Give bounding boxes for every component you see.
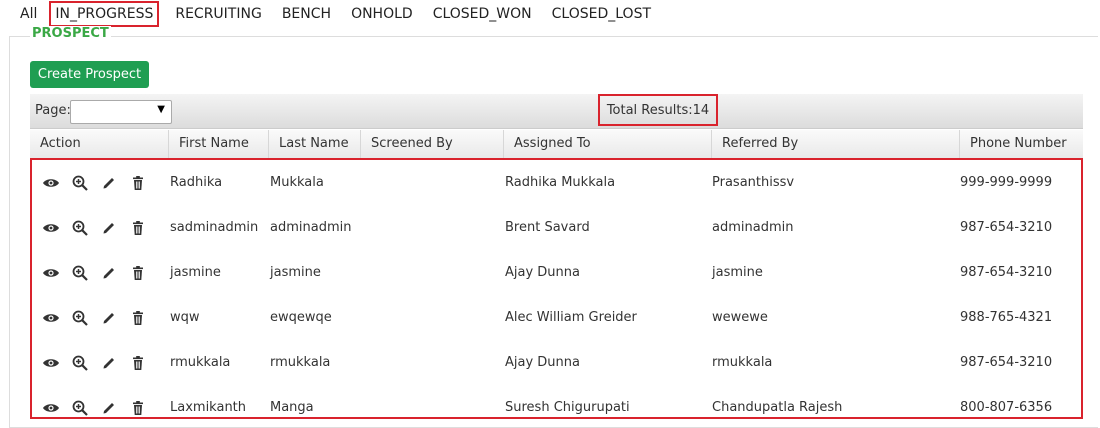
pager-bar: Page: ▼ Total Results:14 <box>30 94 1083 129</box>
cell-last-name: Mukkala <box>270 175 324 190</box>
cell-referred-by: jasmine <box>712 265 763 280</box>
column-header-screened-by[interactable]: Screened By <box>360 130 503 158</box>
row-actions <box>42 309 158 327</box>
zoom-in-icon[interactable] <box>71 264 89 282</box>
cell-phone-number: 999-999-9999 <box>960 175 1053 190</box>
cell-referred-by: Chandupatla Rajesh <box>712 400 843 415</box>
column-header-assigned-to[interactable]: Assigned To <box>503 130 711 158</box>
cell-referred-by: wewewe <box>712 310 768 325</box>
pencil-icon[interactable] <box>100 219 118 237</box>
cell-assigned-to: Brent Savard <box>505 220 590 235</box>
status-tabs: All IN_PROGRESS RECRUITING BENCH ONHOLD … <box>0 0 661 28</box>
eye-icon[interactable] <box>42 219 60 237</box>
tab-recruiting[interactable]: RECRUITING <box>165 3 271 25</box>
tab-bench[interactable]: BENCH <box>272 3 341 25</box>
eye-icon[interactable] <box>42 264 60 282</box>
page-select[interactable]: ▼ <box>70 100 172 124</box>
cell-last-name: ewqewqe <box>270 310 332 325</box>
page-label: Page: <box>35 103 71 118</box>
zoom-in-icon[interactable] <box>71 354 89 372</box>
trash-icon[interactable] <box>129 219 147 237</box>
trash-icon[interactable] <box>129 264 147 282</box>
zoom-in-icon[interactable] <box>71 309 89 327</box>
trash-icon[interactable] <box>129 354 147 372</box>
eye-icon[interactable] <box>42 399 60 417</box>
column-header-phone-number[interactable]: Phone Number <box>959 130 1083 158</box>
pencil-icon[interactable] <box>100 309 118 327</box>
cell-phone-number: 987-654-3210 <box>960 355 1053 370</box>
cell-last-name: Manga <box>270 400 314 415</box>
cell-last-name: adminadmin <box>270 220 352 235</box>
row-actions <box>42 354 158 372</box>
tab-closed-lost[interactable]: CLOSED_LOST <box>542 3 661 25</box>
table-row: wqw ewqewqe Alec William Greider wewewe 988-… <box>32 295 1081 340</box>
table-row: sadminadmin adminadmin Brent Savard adminad… <box>32 205 1081 250</box>
eye-icon[interactable] <box>42 174 60 192</box>
trash-icon[interactable] <box>129 399 147 417</box>
tab-closed-won[interactable]: CLOSED_WON <box>423 3 542 25</box>
pencil-icon[interactable] <box>100 174 118 192</box>
trash-icon[interactable] <box>129 174 147 192</box>
pencil-icon[interactable] <box>100 354 118 372</box>
cell-assigned-to: Alec William Greider <box>505 310 637 325</box>
cell-last-name: rmukkala <box>270 355 331 370</box>
row-actions <box>42 264 158 282</box>
cell-first-name: sadminadmin <box>170 220 259 235</box>
cell-assigned-to: Radhika Mukkala <box>505 175 616 190</box>
cell-referred-by: adminadmin <box>712 220 794 235</box>
cell-phone-number: 987-654-3210 <box>960 265 1053 280</box>
cell-referred-by: rmukkala <box>712 355 773 370</box>
column-header-referred-by[interactable]: Referred By <box>711 130 959 158</box>
cell-phone-number: 800-807-6356 <box>960 400 1053 415</box>
total-results: Total Results:14 <box>598 94 718 126</box>
trash-icon[interactable] <box>129 309 147 327</box>
table-row: rmukkala rmukkala Ajay Dunna rmukkala 987-65… <box>32 340 1081 385</box>
chevron-down-icon: ▼ <box>157 104 165 115</box>
cell-phone-number: 988-765-4321 <box>960 310 1053 325</box>
eye-icon[interactable] <box>42 354 60 372</box>
create-prospect-button[interactable]: Create Prospect <box>30 61 149 88</box>
cell-assigned-to: Suresh Chigurupati <box>505 400 630 415</box>
cell-first-name: Laxmikanth <box>170 400 247 415</box>
cell-phone-number: 987-654-3210 <box>960 220 1053 235</box>
column-header-action: Action <box>40 136 81 151</box>
row-actions <box>42 399 158 417</box>
table-body: Radhika Mukkala Radhika Mukkala Prasanthiss… <box>30 158 1083 419</box>
table-row: jasmine jasmine Ajay Dunna jasmine 987-654-3… <box>32 250 1081 295</box>
cell-assigned-to: Ajay Dunna <box>505 265 580 280</box>
tab-in-progress[interactable]: IN_PROGRESS <box>49 1 160 27</box>
row-actions <box>42 219 158 237</box>
zoom-in-icon[interactable] <box>71 174 89 192</box>
cell-first-name: Radhika <box>170 175 223 190</box>
eye-icon[interactable] <box>42 309 60 327</box>
tab-onhold[interactable]: ONHOLD <box>341 3 423 25</box>
cell-referred-by: Prasanthissv <box>712 175 795 190</box>
column-header-first-name[interactable]: First Name <box>168 130 268 158</box>
table-row: Radhika Mukkala Radhika Mukkala Prasanthiss… <box>32 160 1081 205</box>
pencil-icon[interactable] <box>100 264 118 282</box>
section-title: PROSPECT <box>30 26 111 41</box>
table-header: Action First Name Last Name Screened By … <box>30 130 1083 159</box>
pencil-icon[interactable] <box>100 399 118 417</box>
cell-first-name: rmukkala <box>170 355 231 370</box>
table-row: Laxmikanth Manga Suresh Chigurupati Chandup… <box>32 385 1081 417</box>
zoom-in-icon[interactable] <box>71 219 89 237</box>
zoom-in-icon[interactable] <box>71 399 89 417</box>
column-header-last-name[interactable]: Last Name <box>268 130 360 158</box>
cell-assigned-to: Ajay Dunna <box>505 355 580 370</box>
cell-last-name: jasmine <box>270 265 321 280</box>
tab-all[interactable]: All <box>0 3 47 25</box>
cell-first-name: jasmine <box>170 265 221 280</box>
cell-first-name: wqw <box>170 310 200 325</box>
row-actions <box>42 174 158 192</box>
